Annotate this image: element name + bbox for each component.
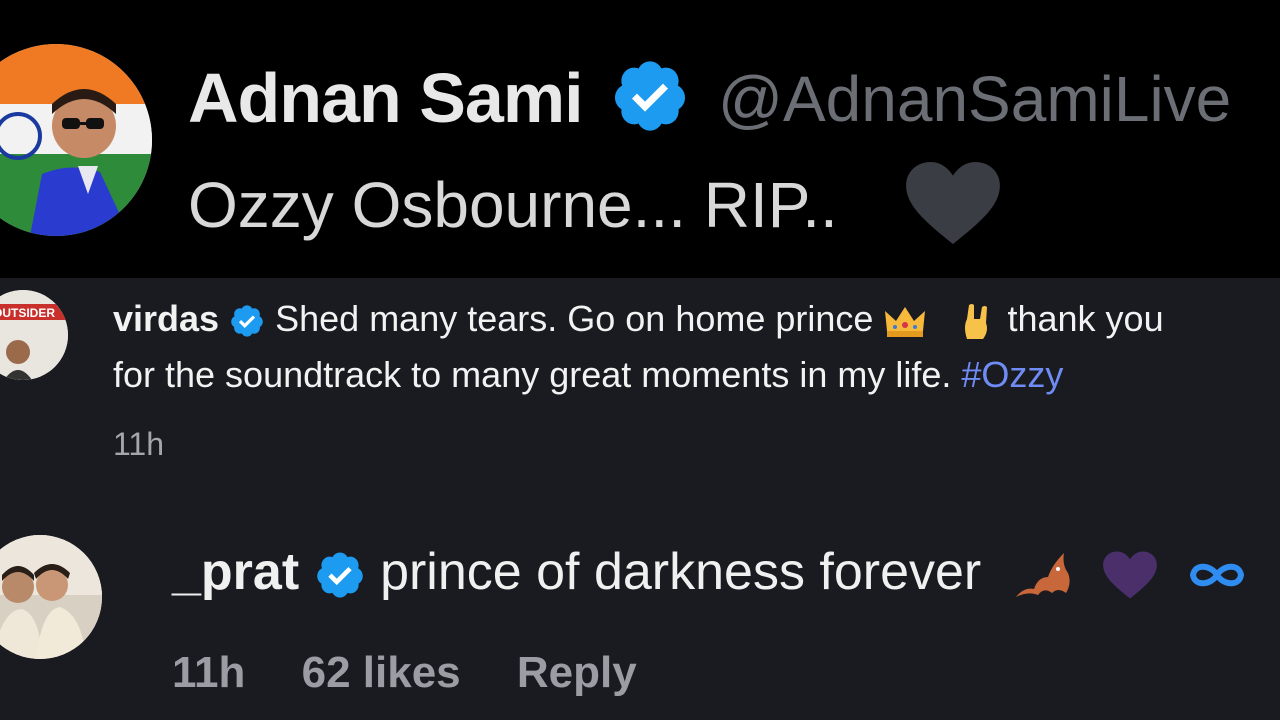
tweet-card: Adnan Sami @AdnanSamiLive Ozzy Osbourne.… — [0, 0, 1280, 278]
comment-timestamp: 11h — [113, 426, 165, 462]
sign-of-horns-icon — [965, 304, 988, 340]
tweet-text: Ozzy Osbourne... RIP.. — [188, 169, 838, 241]
hashtag-link[interactable]: #Ozzy — [961, 354, 1063, 395]
comment-text: Shed many tears. Go on home prince — [275, 298, 874, 339]
tweet-author-handle[interactable]: @AdnanSamiLive — [718, 62, 1231, 136]
comment-username[interactable]: virdas — [113, 298, 219, 339]
comment-avatar-virdas[interactable]: OUTSIDER — [0, 290, 68, 380]
infinity-icon — [1189, 564, 1244, 587]
comment-meta: 11h 62 likes Reply — [172, 648, 681, 698]
reply-button[interactable]: Reply — [517, 648, 637, 697]
comment-text: prince of darkness forever — [380, 543, 982, 601]
comment-username[interactable]: _prat — [172, 543, 299, 601]
black-heart-icon — [1103, 551, 1158, 599]
black-heart-icon — [906, 161, 1000, 245]
verified-badge-icon — [316, 552, 363, 598]
comment-text-continued: thank you — [1007, 298, 1164, 339]
tweet-author-name[interactable]: Adnan Sami — [188, 58, 584, 138]
comment-avatar-prat[interactable] — [0, 535, 102, 659]
comment-text-line: _prat prince of darkness forever — [172, 542, 1247, 603]
comment-text-line2-content: for the soundtrack to many great moments… — [113, 354, 952, 395]
crown-icon — [885, 307, 926, 338]
comment-text-line2: for the soundtrack to many great moments… — [113, 354, 1063, 396]
likes-count[interactable]: 62 likes — [302, 648, 461, 697]
tweet-author-avatar[interactable] — [0, 44, 152, 236]
avatar-text: OUTSIDER — [0, 306, 55, 320]
comment-timestamp: 11h — [172, 648, 246, 697]
comment-text-line1: virdas Shed many tears. Go on home princ… — [113, 298, 1164, 341]
verified-badge-icon — [615, 61, 685, 131]
verified-badge-icon — [231, 305, 263, 338]
bat-icon — [1015, 553, 1070, 598]
